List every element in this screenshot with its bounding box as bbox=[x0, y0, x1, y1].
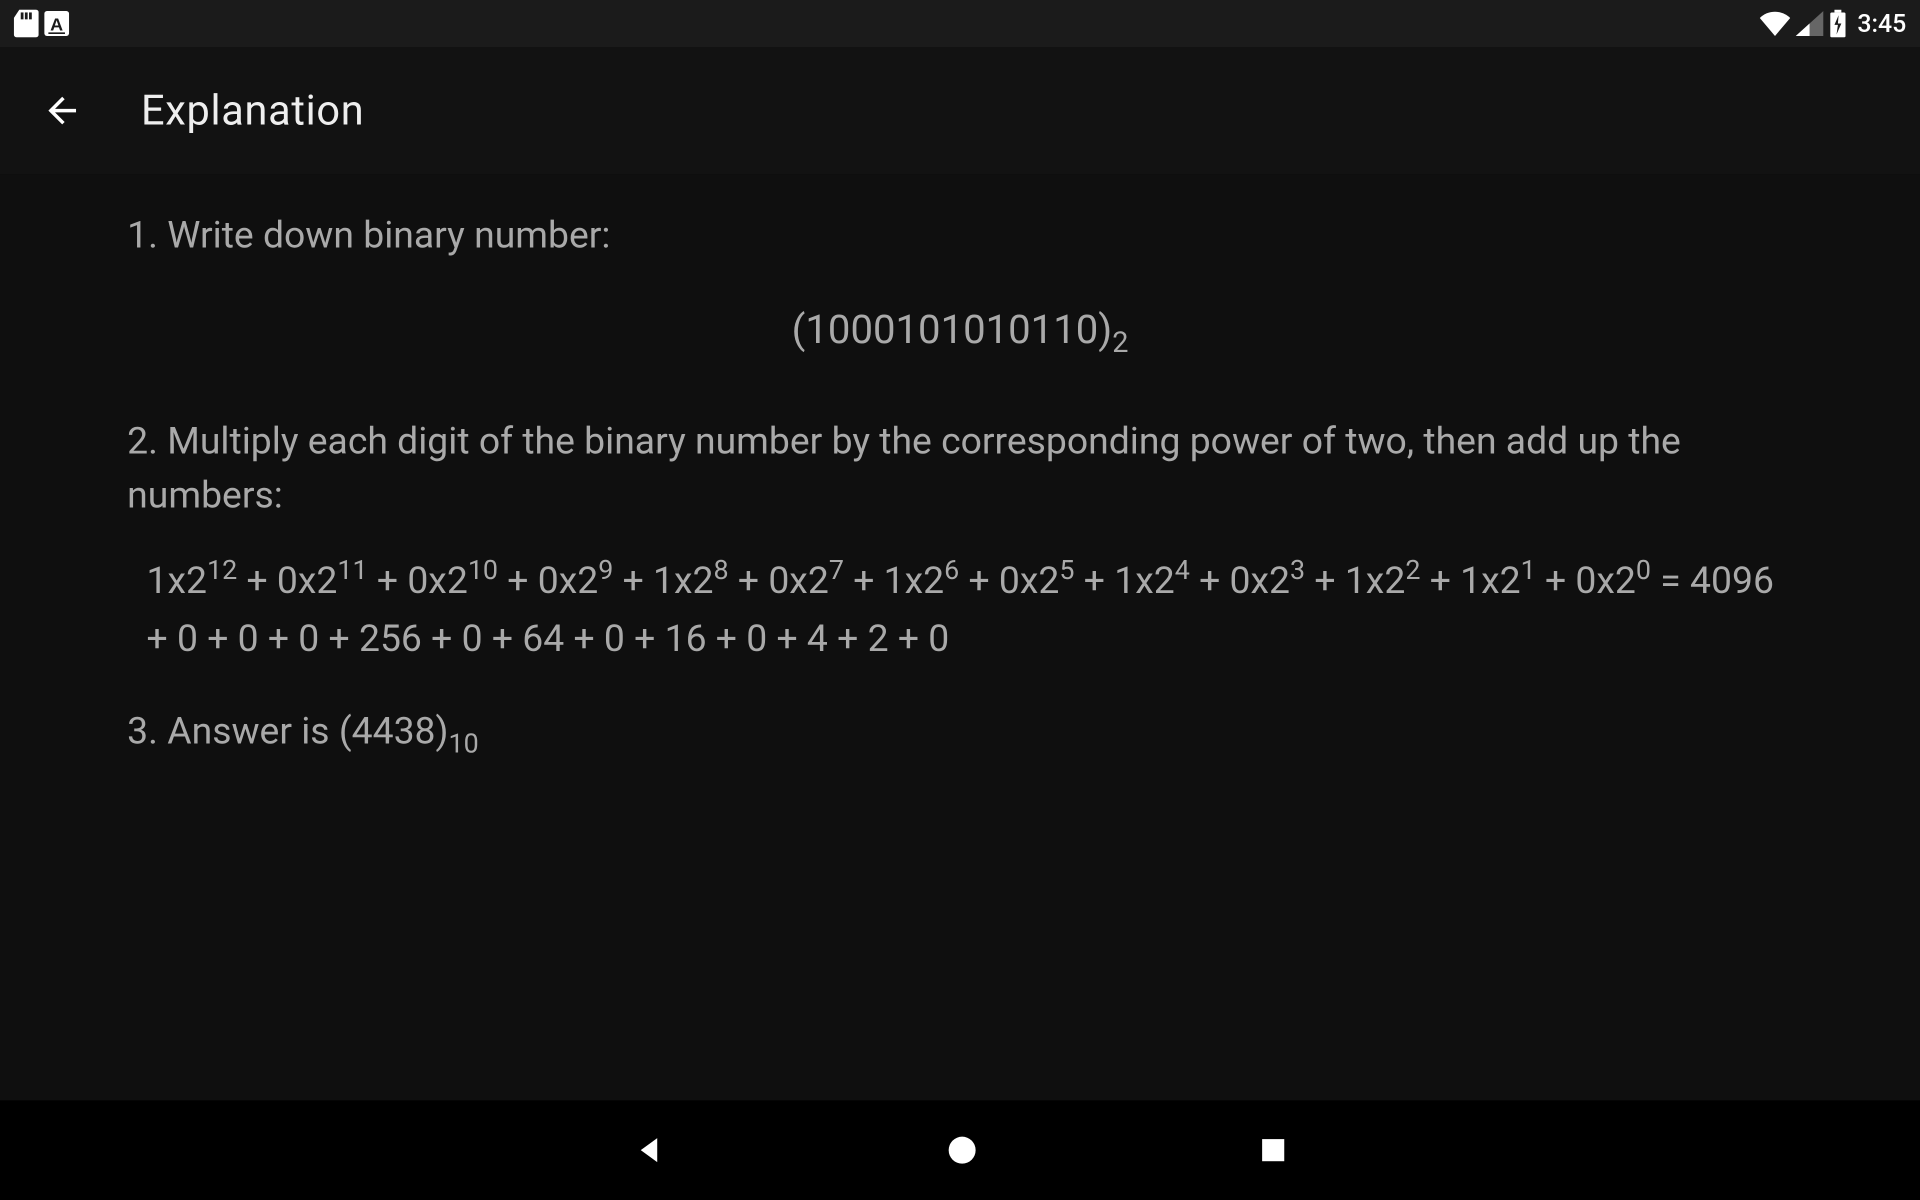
text-input-indicator-icon: A bbox=[44, 11, 69, 36]
status-bar: A 3:45 bbox=[0, 0, 1920, 47]
app-bar: Explanation bbox=[0, 47, 1920, 174]
nav-back-icon[interactable] bbox=[631, 1132, 667, 1168]
step-2-label: 2. Multiply each digit of the binary num… bbox=[127, 415, 1793, 523]
answer-prefix: 3. Answer is bbox=[127, 709, 339, 753]
battery-charging-icon bbox=[1828, 10, 1846, 38]
nav-recent-icon[interactable] bbox=[1256, 1134, 1289, 1167]
answer-value: 4438 bbox=[352, 709, 436, 753]
nav-home-icon[interactable] bbox=[943, 1132, 979, 1168]
page-title: Explanation bbox=[141, 86, 364, 134]
content-area: 1. Write down binary number: (1000101010… bbox=[0, 174, 1920, 1100]
sd-card-icon bbox=[14, 10, 39, 38]
step-3-answer: 3. Answer is (4438)10 bbox=[127, 705, 1793, 764]
binary-number-display: (1000101010110)2 bbox=[127, 302, 1793, 366]
status-time: 3:45 bbox=[1857, 9, 1906, 38]
app-screen: A 3:45 Explanation 1. Write down binary … bbox=[0, 0, 1920, 1200]
svg-text:A: A bbox=[50, 14, 63, 34]
binary-value: 1000101010110 bbox=[805, 307, 1098, 354]
wifi-icon bbox=[1759, 11, 1789, 36]
status-right: 3:45 bbox=[1759, 9, 1906, 38]
cellular-signal-icon bbox=[1795, 11, 1823, 36]
answer-base: 10 bbox=[449, 728, 479, 760]
navigation-bar bbox=[0, 1100, 1920, 1200]
status-left: A bbox=[14, 10, 69, 38]
back-arrow-icon[interactable] bbox=[41, 90, 82, 131]
binary-base: 2 bbox=[1112, 328, 1128, 361]
step-1-label: 1. Write down binary number: bbox=[127, 209, 1793, 263]
expansion-expression: 1x212 + 0x211 + 0x210 + 0x29 + 1x28 + 0x… bbox=[147, 551, 1793, 669]
